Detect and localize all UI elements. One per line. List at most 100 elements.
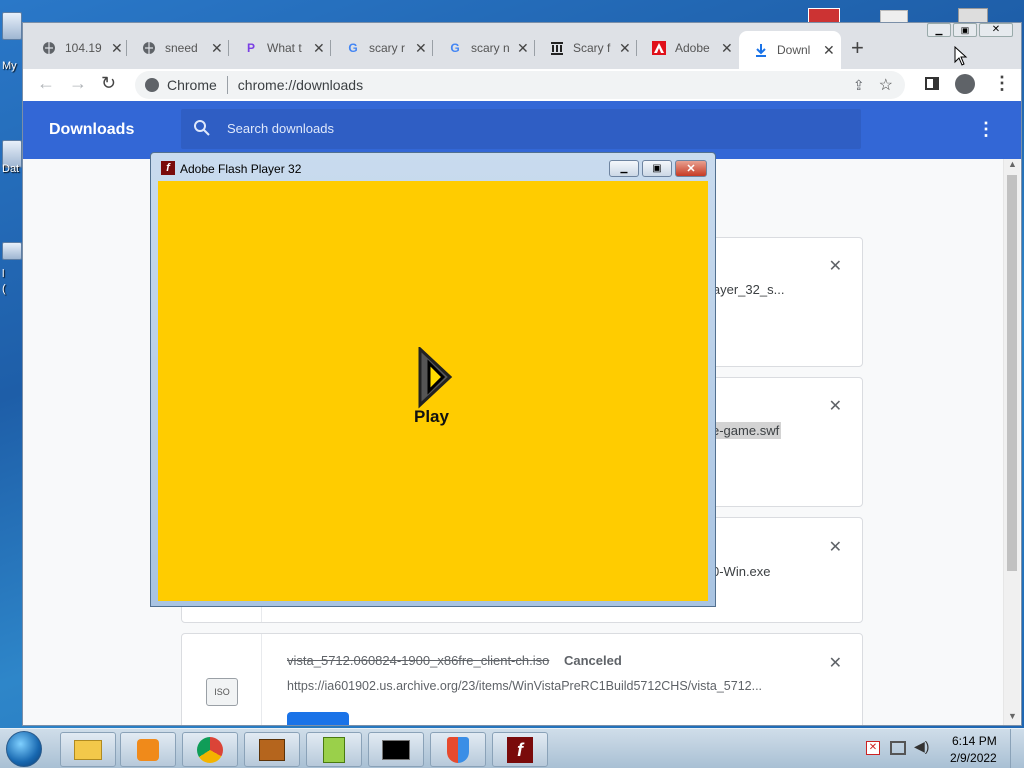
flash-minimize-button[interactable]: ▁ xyxy=(609,160,639,177)
tab-title: scary n xyxy=(471,41,509,55)
iso-file-icon: ISO xyxy=(206,678,238,706)
tab-close-icon[interactable]: ✕ xyxy=(517,40,529,57)
bookmark-star-icon[interactable]: ☆ xyxy=(879,75,893,95)
archive-icon xyxy=(549,40,565,56)
file-type-label: ISO xyxy=(214,687,230,697)
taskbar-flash-button[interactable]: f xyxy=(492,732,548,767)
tab-close-icon[interactable]: ✕ xyxy=(721,40,733,57)
desktop-label: l xyxy=(2,268,5,280)
desktop-label: ( xyxy=(2,283,6,295)
taskbar-editor-button[interactable] xyxy=(306,732,362,767)
search-icon xyxy=(193,119,211,142)
back-arrow-icon[interactable]: ← xyxy=(37,73,55,94)
tab-close-icon[interactable]: ✕ xyxy=(313,40,325,57)
close-window-button[interactable]: ✕ xyxy=(979,23,1013,37)
tab-close-icon[interactable]: ✕ xyxy=(619,40,631,57)
taskbar-explorer-button[interactable] xyxy=(60,732,116,767)
globe-icon xyxy=(41,40,57,56)
page-title: Downloads xyxy=(49,121,135,138)
tab[interactable]: 104.19 ✕ xyxy=(27,35,127,61)
new-tab-button[interactable]: + xyxy=(851,35,864,61)
forward-arrow-icon[interactable]: → xyxy=(69,73,87,94)
downloads-menu-icon[interactable]: ⋮ xyxy=(977,119,995,140)
tab[interactable]: sneed ✕ xyxy=(127,35,229,61)
scroll-down-icon[interactable]: ▼ xyxy=(1008,711,1017,721)
clock-date[interactable]: 2/9/2022 xyxy=(950,751,997,765)
tab[interactable]: Adobe ✕ xyxy=(637,35,739,61)
tab-downloads[interactable]: Downl ✕ xyxy=(739,31,841,69)
tab-close-icon[interactable]: ✕ xyxy=(415,40,427,57)
command-prompt-icon xyxy=(382,739,410,760)
download-url[interactable]: https://ia601902.us.archive.org/23/items… xyxy=(287,679,762,693)
tab[interactable]: Scary f ✕ xyxy=(535,35,637,61)
folder-icon xyxy=(74,739,102,760)
desktop-label: My xyxy=(2,60,17,72)
tab-title: Downl xyxy=(777,43,811,57)
tab-title: 104.19 xyxy=(65,41,102,55)
chrome-menu-icon[interactable]: ⋮ xyxy=(993,73,1011,94)
desktop-icon[interactable] xyxy=(2,12,22,40)
desktop-icon[interactable] xyxy=(2,242,22,260)
download-file-name[interactable]: 0-Win.exe xyxy=(712,564,771,579)
flash-stage[interactable]: Play xyxy=(158,181,708,601)
scrollbar[interactable]: ▲ ▼ xyxy=(1003,159,1020,725)
flash-maximize-button[interactable]: ▣ xyxy=(642,160,672,177)
scrollbar-thumb[interactable] xyxy=(1007,175,1017,571)
tab-title: scary r xyxy=(369,41,405,55)
globe-icon xyxy=(141,40,157,56)
remove-download-icon[interactable]: ✕ xyxy=(829,537,842,557)
download-status: Canceled xyxy=(564,653,622,668)
download-card: ISO vista_5712.060824-1900_x86fre_client… xyxy=(181,633,863,725)
taskbar-media-player-button[interactable] xyxy=(120,732,176,767)
retry-button[interactable] xyxy=(287,712,349,725)
show-desktop-button[interactable] xyxy=(1010,729,1024,768)
reload-icon[interactable]: ↻ xyxy=(101,73,116,94)
security-alert-icon[interactable]: ✕ xyxy=(866,741,880,755)
tab-close-icon[interactable]: ✕ xyxy=(823,42,835,59)
download-file-name[interactable]: vista_5712.060824-1900_x86fre_client-ch.… xyxy=(287,653,549,668)
notepad-plus-icon xyxy=(323,736,345,763)
profile-avatar-icon[interactable] xyxy=(955,74,975,94)
omnibox-url[interactable]: chrome://downloads xyxy=(238,77,363,93)
minimize-button[interactable]: ▁ xyxy=(927,23,951,37)
tab[interactable]: G scary n ✕ xyxy=(433,35,535,61)
google-icon: G xyxy=(450,41,460,55)
start-button[interactable] xyxy=(6,731,42,767)
scroll-up-icon[interactable]: ▲ xyxy=(1008,159,1017,169)
remove-download-icon[interactable]: ✕ xyxy=(829,396,842,416)
download-file-name[interactable]: e-game.swf xyxy=(710,422,782,439)
share-icon[interactable]: ⇪ xyxy=(853,77,865,94)
browser-toolbar: ← → ↻ Chrome chrome://downloads ⇪ ☆ ⋮ xyxy=(23,69,1021,99)
flash-close-button[interactable]: ✕ xyxy=(675,160,707,177)
maximize-button[interactable]: ▣ xyxy=(953,23,977,37)
network-icon[interactable] xyxy=(890,741,906,755)
shield-icon xyxy=(447,736,469,763)
remove-download-icon[interactable]: ✕ xyxy=(829,653,842,673)
chrome-icon xyxy=(197,736,223,763)
play-button[interactable]: Play xyxy=(408,347,462,431)
taskbar-cmd-button[interactable] xyxy=(368,732,424,767)
tab-title: sneed xyxy=(165,41,198,55)
download-icon xyxy=(753,42,769,58)
play-label: Play xyxy=(414,407,449,426)
search-input[interactable]: Search downloads xyxy=(227,121,334,136)
tab-close-icon[interactable]: ✕ xyxy=(111,40,123,57)
tab-close-icon[interactable]: ✕ xyxy=(211,40,223,57)
side-panel-icon[interactable] xyxy=(925,77,939,90)
taskbar-windows-update-button[interactable] xyxy=(430,732,486,767)
media-player-icon xyxy=(137,738,159,761)
search-bar[interactable]: Search downloads xyxy=(181,109,861,149)
play-icon xyxy=(418,347,453,409)
omnibox-site-label: Chrome xyxy=(167,77,217,93)
download-file-name[interactable]: layer_32_s... xyxy=(710,282,784,297)
tab[interactable]: G scary r ✕ xyxy=(331,35,433,61)
volume-icon[interactable]: ◀) xyxy=(914,738,929,755)
mouse-cursor-icon xyxy=(954,46,968,66)
remove-download-icon[interactable]: ✕ xyxy=(829,256,842,276)
tab[interactable]: P What t ✕ xyxy=(229,35,331,61)
taskbar-treasure-app-button[interactable] xyxy=(244,732,300,767)
omnibox[interactable]: Chrome chrome://downloads ⇪ ☆ xyxy=(135,71,905,99)
taskbar-chrome-button[interactable] xyxy=(182,732,238,767)
tab-title: Scary f xyxy=(573,41,611,55)
clock-time[interactable]: 6:14 PM xyxy=(952,734,997,748)
